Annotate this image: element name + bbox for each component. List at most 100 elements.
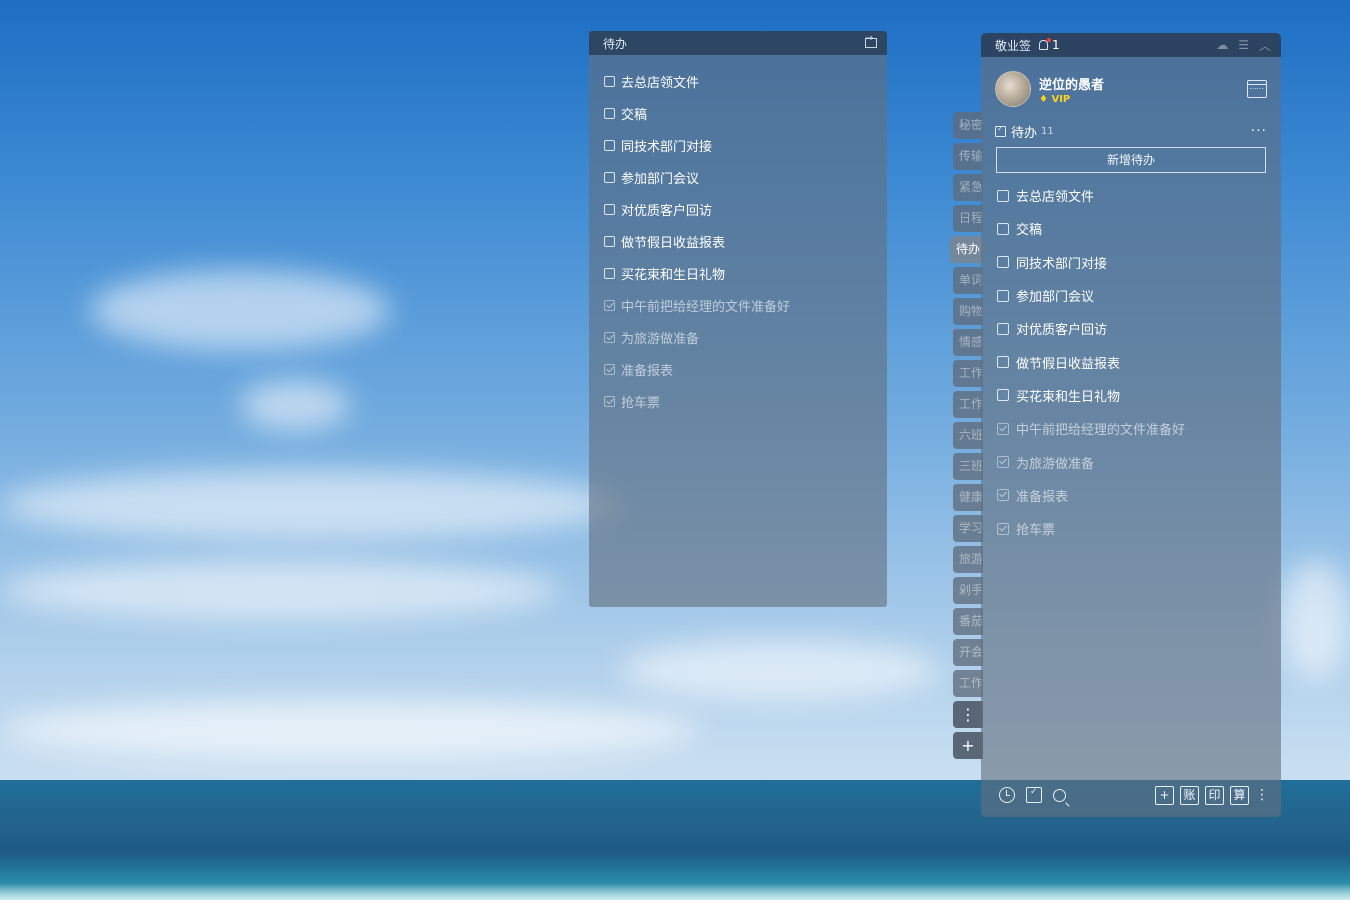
todo-item[interactable]: 为旅游做准备 xyxy=(604,321,887,353)
todo-text: 抢车票 xyxy=(1016,523,1056,539)
todo-item[interactable]: 准备报表 xyxy=(604,353,887,385)
tab-6[interactable]: 购物 xyxy=(953,298,983,325)
checkbox[interactable] xyxy=(604,171,615,183)
todo-item[interactable]: 去总店领文件 xyxy=(997,179,1281,212)
tab-13[interactable]: 学习 xyxy=(953,515,983,542)
checkbox[interactable] xyxy=(604,203,615,215)
todo-item[interactable]: 同技术部门对接 xyxy=(604,129,887,161)
todo-item[interactable]: 做节假日收益报表 xyxy=(997,345,1281,378)
todo-text: 买花束和生日礼物 xyxy=(1016,389,1121,405)
checkbox[interactable] xyxy=(604,235,615,247)
more-tabs-button[interactable]: ⋮ xyxy=(953,701,983,728)
cloud xyxy=(90,270,390,350)
checkbox[interactable] xyxy=(997,289,1009,302)
todo-text: 对优质客户回访 xyxy=(1016,323,1108,339)
menu-icon[interactable]: ☰ xyxy=(1238,38,1249,52)
checked-checkbox[interactable] xyxy=(997,522,1009,535)
checkbox[interactable] xyxy=(604,75,615,87)
calculator-button[interactable]: 算 xyxy=(1230,785,1249,805)
tab-7[interactable]: 情感 xyxy=(953,329,983,356)
tab-5[interactable]: 单词 xyxy=(953,267,983,294)
sea-foam xyxy=(0,884,1350,900)
tab-18[interactable]: 工作 xyxy=(953,670,983,697)
account-button[interactable]: 账 xyxy=(1180,785,1199,805)
add-note-button[interactable]: + xyxy=(1155,785,1174,805)
tab-15[interactable]: 剁手 xyxy=(953,577,983,604)
collapse-icon[interactable]: ︿ xyxy=(1259,37,1271,54)
new-todo-button[interactable]: 新增待办 xyxy=(996,147,1266,173)
more-options-icon[interactable]: ··· xyxy=(1251,123,1267,139)
checked-checkbox[interactable] xyxy=(604,299,615,311)
checked-checkbox[interactable] xyxy=(997,456,1009,469)
tab-10[interactable]: 六班 xyxy=(953,422,983,449)
checked-checkbox[interactable] xyxy=(604,363,615,375)
app-title: 敬业签 xyxy=(995,38,1032,53)
tab-1[interactable]: 传输 xyxy=(953,143,983,170)
todo-item[interactable]: 为旅游做准备 xyxy=(997,445,1281,478)
tab-4[interactable]: 待办 xyxy=(950,236,983,263)
tab-2[interactable]: 紧急 xyxy=(953,174,983,201)
tab-16[interactable]: 番茄 xyxy=(953,608,983,635)
checkbox[interactable] xyxy=(997,322,1009,335)
cloud-sync-icon[interactable]: ☁ xyxy=(1216,38,1228,52)
todo-item[interactable]: 买花束和生日礼物 xyxy=(997,379,1281,412)
todo-text: 为旅游做准备 xyxy=(1016,456,1095,472)
avatar[interactable] xyxy=(995,71,1031,107)
tab-8[interactable]: 工作 xyxy=(953,360,983,387)
tab-14[interactable]: 旅游 xyxy=(953,546,983,573)
app-header[interactable]: 敬业签 1 ☁ ☰ ︿ xyxy=(981,33,1281,57)
print-button[interactable]: 印 xyxy=(1205,785,1224,805)
checkbox[interactable] xyxy=(604,267,615,279)
exit-icon[interactable] xyxy=(865,33,877,48)
checkbox[interactable] xyxy=(997,389,1009,402)
checkbox[interactable] xyxy=(997,189,1009,202)
todo-item[interactable]: 同技术部门对接 xyxy=(997,246,1281,279)
todo-item[interactable]: 中午前把给经理的文件准备好 xyxy=(604,289,887,321)
tab-3[interactable]: 日程 xyxy=(953,205,983,232)
todo-widget[interactable]: 待办 去总店领文件交稿同技术部门对接参加部门会议对优质客户回访做节假日收益报表买… xyxy=(589,31,887,607)
tab-9[interactable]: 工作 xyxy=(953,391,983,418)
checked-checkbox[interactable] xyxy=(997,489,1009,502)
todo-item[interactable]: 做节假日收益报表 xyxy=(604,225,887,257)
checked-checkbox[interactable] xyxy=(997,422,1009,435)
widget-header[interactable]: 待办 xyxy=(589,31,887,55)
todo-text: 买花束和生日礼物 xyxy=(621,267,726,283)
footer-more-icon[interactable]: ⋮ xyxy=(1255,787,1269,803)
todo-item[interactable]: 抢车票 xyxy=(604,385,887,417)
calendar-icon[interactable] xyxy=(1247,80,1267,98)
checked-checkbox[interactable] xyxy=(604,395,615,407)
tab-0[interactable]: 秘密 xyxy=(953,112,983,139)
todo-text: 对优质客户回访 xyxy=(621,203,713,219)
bell-icon[interactable] xyxy=(1039,38,1052,50)
todo-item[interactable]: 对优质客户回访 xyxy=(997,312,1281,345)
checkbox[interactable] xyxy=(997,256,1009,269)
checkbox[interactable] xyxy=(997,356,1009,369)
tab-12[interactable]: 健康 xyxy=(953,484,983,511)
todo-text: 交稿 xyxy=(621,107,648,123)
todo-item[interactable]: 对优质客户回访 xyxy=(604,193,887,225)
todo-item[interactable]: 参加部门会议 xyxy=(997,279,1281,312)
todo-item[interactable]: 买花束和生日礼物 xyxy=(604,257,887,289)
todo-text: 做节假日收益报表 xyxy=(1016,356,1121,372)
todo-item[interactable]: 准备报表 xyxy=(997,479,1281,512)
checkbox[interactable] xyxy=(604,107,615,119)
user-profile: 逆位的愚者 ♦ VIP xyxy=(981,57,1281,111)
todo-item[interactable]: 中午前把给经理的文件准备好 xyxy=(997,412,1281,445)
tab-17[interactable]: 开会 xyxy=(953,639,983,666)
todo-item[interactable]: 交稿 xyxy=(997,212,1281,245)
todo-text: 准备报表 xyxy=(621,363,674,379)
checkbox[interactable] xyxy=(604,139,615,151)
todo-item[interactable]: 参加部门会议 xyxy=(604,161,887,193)
search-icon[interactable] xyxy=(1053,788,1066,802)
checked-checkbox[interactable] xyxy=(604,331,615,343)
clock-icon[interactable] xyxy=(999,787,1015,803)
add-tab-button[interactable]: + xyxy=(953,732,983,759)
todo-icon[interactable] xyxy=(1026,787,1042,803)
app-footer: + 账 印 算 ⋮ xyxy=(981,785,1281,805)
cloud xyxy=(0,560,560,620)
todo-item[interactable]: 抢车票 xyxy=(997,512,1281,545)
todo-item[interactable]: 去总店领文件 xyxy=(604,65,887,97)
checkbox[interactable] xyxy=(997,222,1009,235)
tab-11[interactable]: 三班 xyxy=(953,453,983,480)
todo-item[interactable]: 交稿 xyxy=(604,97,887,129)
